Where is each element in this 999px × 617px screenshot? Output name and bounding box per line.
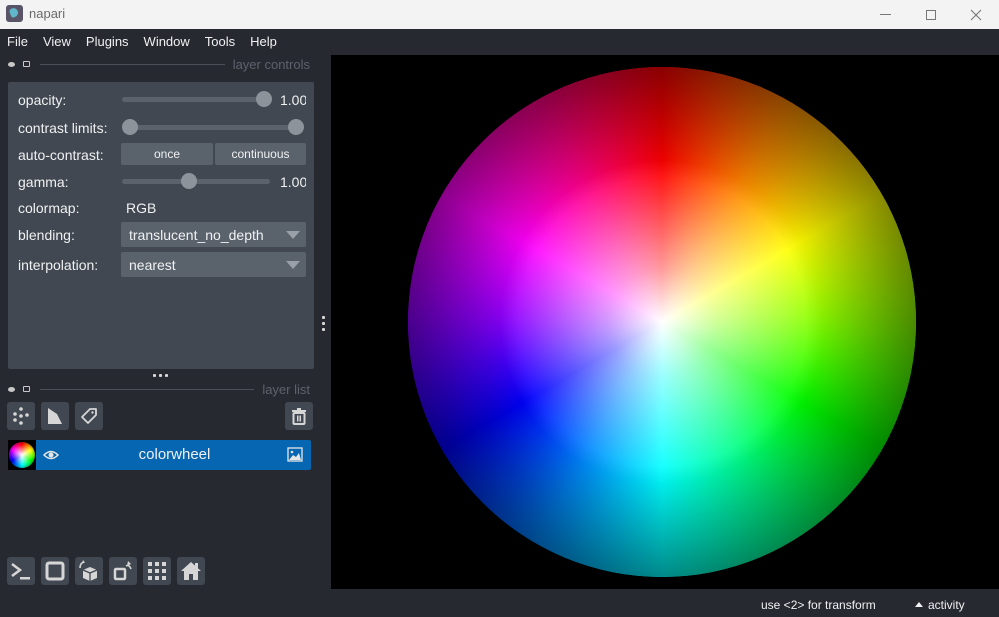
- shapes-icon: [48, 408, 62, 424]
- opacity-label: opacity:: [18, 92, 67, 108]
- layer-list-title: layer list: [262, 381, 310, 397]
- dock-title-divider: [40, 388, 255, 390]
- contrast-limits-label: contrast limits:: [18, 120, 108, 136]
- console-button[interactable]: [7, 557, 35, 585]
- maximize-icon: [926, 9, 936, 20]
- dock-float-icon[interactable]: [23, 61, 30, 67]
- menu-tools[interactable]: Tools: [205, 34, 235, 49]
- minimize-button[interactable]: [862, 0, 908, 29]
- menu-help[interactable]: Help: [250, 34, 277, 49]
- interpolation-value: nearest: [129, 256, 176, 273]
- menu-file[interactable]: File: [7, 34, 28, 49]
- napari-logo-icon: [6, 5, 23, 22]
- dock-title-divider: [40, 63, 225, 65]
- image-layer-icon: [287, 447, 303, 462]
- chevron-down-icon: [286, 261, 300, 269]
- dock-close-icon[interactable]: [8, 386, 15, 392]
- new-shapes-layer-button[interactable]: [41, 402, 69, 430]
- auto-contrast-label: auto-contrast:: [18, 147, 104, 163]
- canvas-splitter-handle[interactable]: [322, 316, 325, 331]
- status-bar: use <2> for transform activity: [0, 595, 999, 617]
- roll-cube-icon: [79, 560, 98, 581]
- viewer-canvas[interactable]: [331, 55, 999, 589]
- gamma-label: gamma:: [18, 174, 69, 190]
- opacity-value: 1.00: [280, 92, 306, 108]
- menu-view[interactable]: View: [43, 34, 71, 49]
- contrast-limits-slider[interactable]: [122, 125, 304, 130]
- layer-controls-panel: opacity: 1.00 contrast limits: auto-cont…: [8, 82, 314, 369]
- terminal-icon: [11, 563, 30, 580]
- activity-label: activity: [928, 598, 965, 612]
- square-icon: [45, 561, 65, 581]
- blending-value: translucent_no_depth: [129, 226, 264, 243]
- gamma-value: 1.00: [280, 174, 306, 190]
- menu-window[interactable]: Window: [144, 34, 190, 49]
- grid-icon: [148, 562, 166, 580]
- contrast-limits-high-handle[interactable]: [288, 119, 304, 135]
- blending-dropdown[interactable]: translucent_no_depth: [121, 222, 306, 247]
- interpolation-dropdown[interactable]: nearest: [121, 252, 306, 277]
- menu-bar: File View Plugins Window Tools Help: [0, 29, 999, 53]
- home-icon: [181, 562, 201, 580]
- layer-controls-title: layer controls: [232, 56, 310, 72]
- roll-dims-button[interactable]: [75, 557, 103, 585]
- blending-label: blending:: [18, 227, 75, 243]
- caret-up-icon: [915, 601, 923, 607]
- opacity-slider[interactable]: [122, 97, 270, 102]
- transpose-dims-button[interactable]: [109, 557, 137, 585]
- gamma-slider-handle[interactable]: [180, 173, 197, 189]
- new-points-layer-button[interactable]: [7, 402, 35, 430]
- close-icon: [970, 9, 982, 20]
- tag-icon: [81, 408, 97, 424]
- delete-layer-button[interactable]: [285, 402, 313, 430]
- minimize-icon: [879, 14, 891, 15]
- new-labels-layer-button[interactable]: [75, 402, 103, 430]
- grid-view-button[interactable]: [143, 557, 171, 585]
- auto-contrast-once-button[interactable]: once: [121, 143, 213, 165]
- close-button[interactable]: [953, 0, 999, 29]
- contrast-limits-low-handle[interactable]: [122, 119, 138, 135]
- dock-float-icon[interactable]: [23, 386, 30, 392]
- colormap-label: colormap:: [18, 200, 80, 216]
- maximize-button[interactable]: [908, 0, 954, 29]
- status-message: use <2> for transform: [761, 598, 876, 612]
- opacity-slider-handle[interactable]: [256, 91, 272, 107]
- chevron-down-icon: [286, 231, 300, 239]
- points-icon: [13, 407, 29, 425]
- trash-icon: [292, 408, 306, 425]
- colorwheel-image: [408, 67, 916, 577]
- activity-button[interactable]: activity: [915, 598, 965, 612]
- layer-controls-dock-title: layer controls: [8, 56, 310, 72]
- layer-name[interactable]: colorwheel: [68, 446, 281, 463]
- ndisplay-toggle-button[interactable]: [41, 557, 69, 585]
- layer-thumbnail: [8, 440, 36, 470]
- menu-plugins[interactable]: Plugins: [86, 34, 129, 49]
- layer-list-item[interactable]: colorwheel: [8, 440, 311, 470]
- reset-view-button[interactable]: [177, 557, 205, 585]
- transpose-icon: [113, 561, 132, 581]
- window-title: napari: [29, 6, 66, 21]
- dock-splitter-handle[interactable]: [153, 374, 168, 377]
- title-bar: napari: [0, 0, 999, 29]
- colormap-value: RGB: [126, 200, 157, 216]
- dock-close-icon[interactable]: [8, 61, 15, 67]
- eye-icon[interactable]: [43, 448, 59, 462]
- interpolation-label: interpolation:: [18, 257, 99, 273]
- auto-contrast-continuous-button[interactable]: continuous: [215, 143, 306, 165]
- layer-list-dock-title: layer list: [8, 381, 310, 397]
